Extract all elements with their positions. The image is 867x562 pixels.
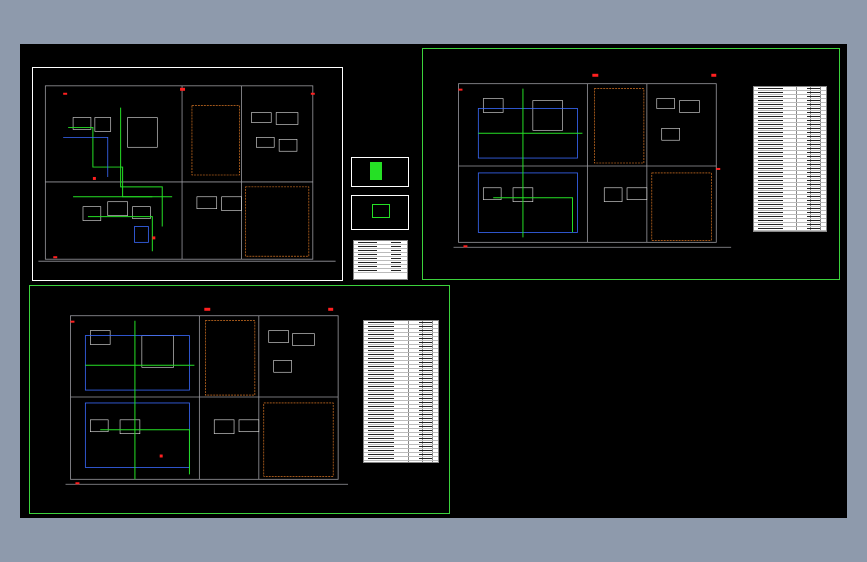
drawing-sheet-3[interactable] [29,285,450,514]
site-plan-1 [38,85,336,262]
table-row [364,461,438,462]
table-row [754,231,826,232]
legend-table-small-1 [351,157,409,187]
drawing-canvas[interactable] [20,44,847,518]
legend-table-2 [753,86,827,232]
legend-table-small-2 [351,195,409,230]
drawing-sheet-2[interactable] [422,48,840,280]
drawing-sheet-1[interactable] [32,67,409,281]
legend-table-3 [363,320,439,463]
legend-table-small-3 [353,240,408,280]
